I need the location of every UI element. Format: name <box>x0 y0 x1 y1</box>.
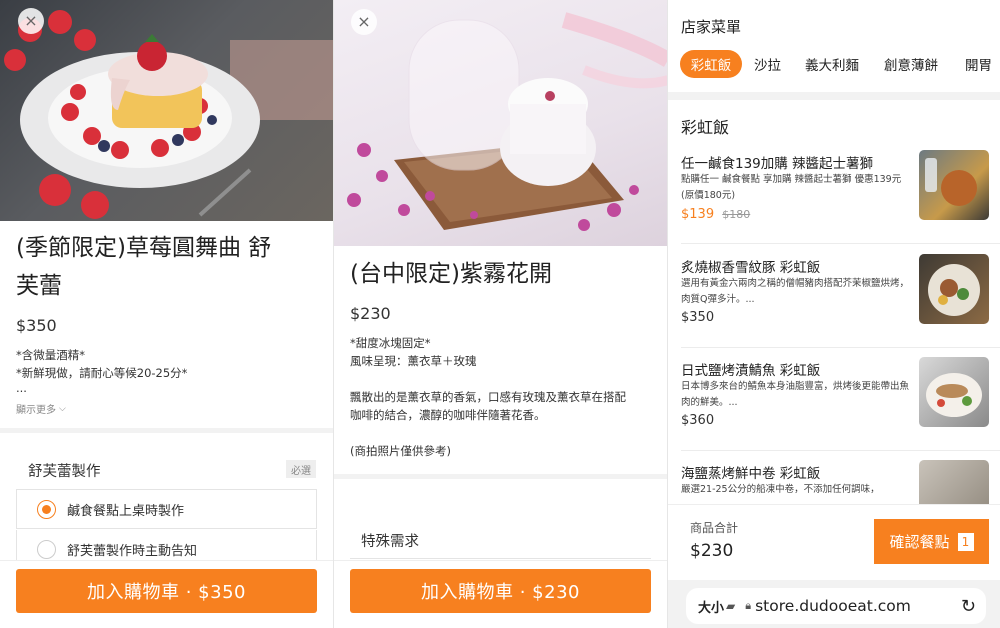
menu-item[interactable]: 海鹽蒸烤鮮中卷 彩虹飯 嚴選21-25公分的船凍中卷，不添加任何調味， <box>668 450 1000 504</box>
tab-pasta[interactable]: 義大利麵 <box>805 50 859 78</box>
menu-item-image <box>919 254 989 324</box>
sale-price: $139 <box>681 207 715 222</box>
product-detail-panel-souffle: × (季節限定)草莓圓舞曲 舒芙蕾 $350 *含微量酒精* *新鮮現做，請耐心… <box>0 0 333 628</box>
lock-icon: 🔒︎ <box>745 599 752 612</box>
menu-item-image <box>919 150 989 220</box>
menu-item[interactable]: 炙燒椒香雪紋豚 彩虹飯 選用有黃金六兩肉之稱的僧帽豬肉搭配芥茉椒鹽烘烤，肉質Q彈… <box>668 244 1000 348</box>
menu-item-price: $360 <box>681 413 715 428</box>
option-serve-with-savory[interactable]: 鹹食餐點上桌時製作 <box>16 489 317 529</box>
product-image-souffle <box>0 0 333 221</box>
confirm-order-button[interactable]: 確認餐點 1 <box>874 519 989 564</box>
tab-appetizer[interactable]: 開胃 <box>965 50 992 78</box>
product-price: $230 <box>350 304 391 323</box>
add-to-cart-button[interactable]: 加入購物車 · $350 <box>16 569 317 613</box>
add-to-cart-button[interactable]: 加入購物車 · $230 <box>350 569 651 613</box>
close-icon[interactable]: × <box>18 8 44 34</box>
menu-item[interactable]: 任一鹹食139加購 辣醬起士薯獅 點購任一 鹹食餐點 享加購 辣醬起士薯獅 優惠… <box>668 140 1000 244</box>
product-description: *含微量酒精* *新鮮現做，請耐心等候20-25分* ... <box>16 348 188 395</box>
lavender-drink-photo <box>347 12 667 231</box>
tab-rainbow-rice[interactable]: 彩虹飯 <box>680 50 742 78</box>
radio-unselected-icon[interactable] <box>37 540 56 559</box>
product-title: (台中限定)紫霧花開 <box>350 261 552 287</box>
extension-icon: ▰ <box>726 599 736 613</box>
menu-item-price: $350 <box>681 310 715 325</box>
product-image-lavender <box>334 0 667 246</box>
menu-item-image <box>919 460 989 504</box>
store-menu-panel: 店家菜單 彩虹飯 沙拉 義大利麵 創意薄餅 開胃 彩虹飯 任一鹹食139加購 辣… <box>667 0 1000 628</box>
browser-bar: 大小 ▰ 🔒︎ store.dudooeat.com ↻ <box>668 580 1000 628</box>
original-price: $180 <box>722 208 751 221</box>
text-size-button[interactable]: 大小 <box>698 597 724 616</box>
product-price: $350 <box>16 316 57 335</box>
menu-item[interactable]: 日式鹽烤漬鯖魚 彩虹飯 日本博多來台的鯖魚本身油脂豐富，烘烤後更能帶出魚肉的鮮美… <box>668 347 1000 451</box>
chevron-down-icon: ⌵ <box>59 403 66 414</box>
section-divider <box>334 474 667 479</box>
reload-icon[interactable]: ↻ <box>961 596 976 617</box>
option-group-title: 舒芙蕾製作 <box>28 464 101 480</box>
product-title: (季節限定)草莓圓舞曲 舒芙蕾 <box>16 235 272 299</box>
section-divider <box>0 428 333 433</box>
tab-flatbread[interactable]: 創意薄餅 <box>884 50 938 78</box>
subtotal-label: 商品合計 <box>690 521 739 535</box>
tab-salad[interactable]: 沙拉 <box>754 50 781 78</box>
address-bar[interactable]: 大小 ▰ 🔒︎ store.dudooeat.com ↻ <box>686 588 986 624</box>
menu-item-image <box>919 357 989 427</box>
url-text: store.dudooeat.com <box>755 597 911 615</box>
section-title: 彩虹飯 <box>681 118 730 137</box>
required-badge: 必選 <box>286 460 316 478</box>
close-icon[interactable]: × <box>351 9 377 35</box>
souffle-photo <box>4 10 333 219</box>
show-more-link[interactable]: 顯示更多 ⌵ <box>16 401 66 417</box>
checkout-bar: 商品合計 $230 確認餐點 1 <box>668 504 1000 580</box>
special-request-title: 特殊需求 <box>361 534 419 550</box>
subtotal-amount: $230 <box>690 541 734 561</box>
menu-header: 店家菜單 <box>681 18 742 36</box>
cart-bar: 加入購物車 · $230 <box>334 560 667 628</box>
product-detail-panel-lavender: × (台中限定)紫霧花開 $230 *甜度冰塊固定* 風味呈現：薰衣草＋玫瑰 飄… <box>333 0 667 628</box>
cart-bar: 加入購物車 · $350 <box>0 560 333 628</box>
radio-selected-icon[interactable] <box>37 500 56 519</box>
cart-count-badge: 1 <box>957 532 974 551</box>
product-description: *甜度冰塊固定* 風味呈現：薰衣草＋玫瑰 飄散出的是薰衣草的香氣，口感有玫瑰及薰… <box>350 336 626 458</box>
